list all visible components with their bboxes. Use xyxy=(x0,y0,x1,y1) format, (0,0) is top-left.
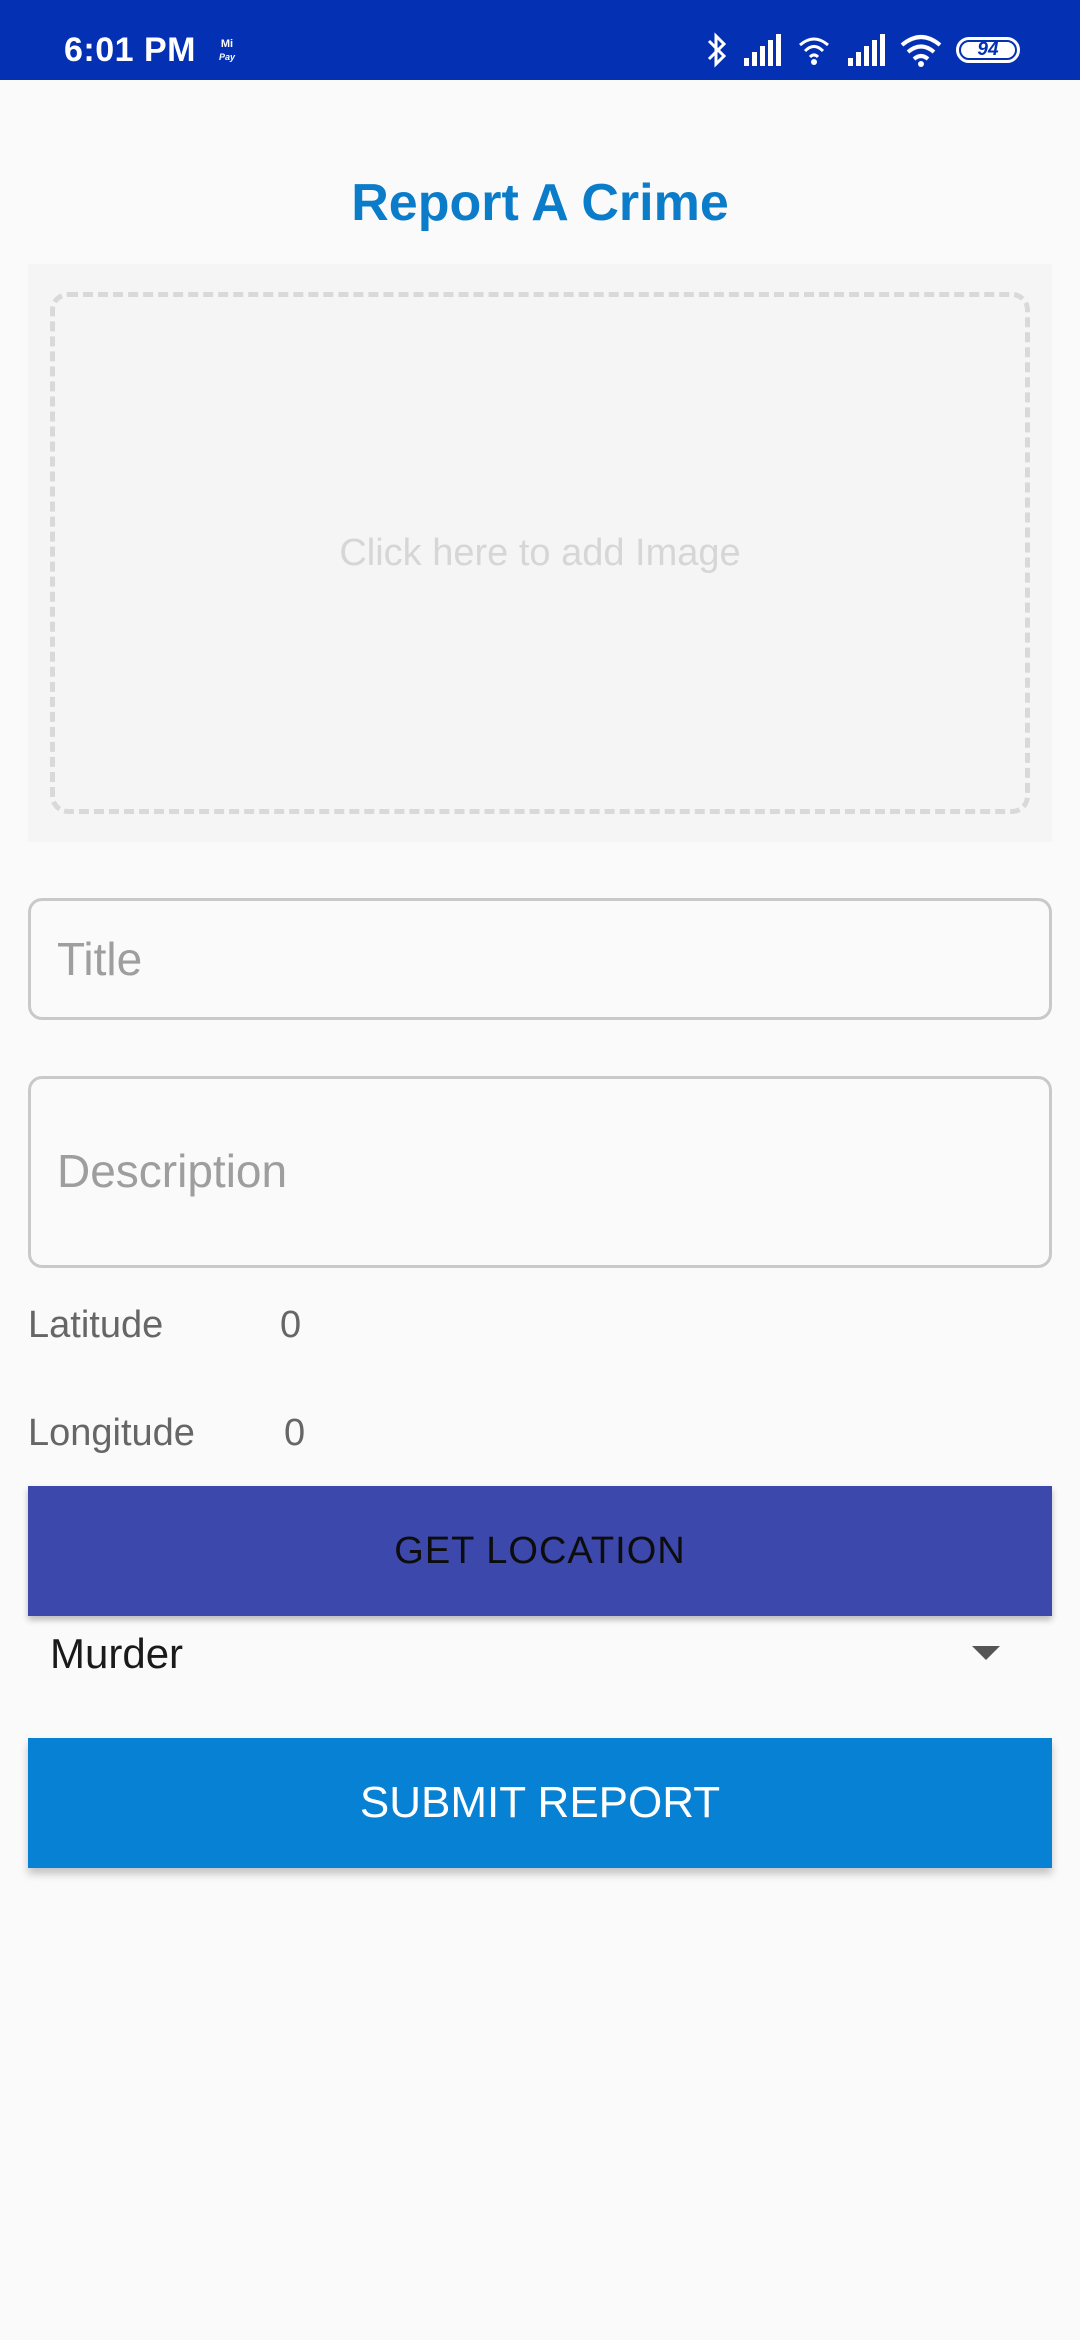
crime-type-dropdown[interactable]: Murder xyxy=(28,1618,1052,1690)
description-field xyxy=(28,1076,1052,1268)
longitude-label: Longitude xyxy=(28,1412,195,1454)
add-image-dropzone[interactable]: Click here to add Image xyxy=(50,292,1030,814)
svg-text:Mi: Mi xyxy=(221,38,233,50)
battery-level: 94 xyxy=(977,39,999,60)
hotspot-icon xyxy=(796,33,832,67)
signal-icon xyxy=(846,34,886,66)
crime-type-value: Murder xyxy=(50,1630,184,1677)
status-icons: 94 xyxy=(706,28,1020,72)
svg-text:Pay: Pay xyxy=(219,52,236,62)
add-image-hint: Click here to add Image xyxy=(339,531,741,574)
bluetooth-icon xyxy=(706,32,728,68)
image-panel: Click here to add Image xyxy=(28,264,1052,842)
longitude-value: 0 xyxy=(284,1412,306,1454)
get-location-button[interactable]: GET LOCATION xyxy=(28,1486,1052,1616)
description-input[interactable] xyxy=(31,1079,1049,1265)
mi-pay-icon: Mi Pay xyxy=(216,36,238,64)
page-title: Report A Crime xyxy=(351,174,729,232)
title-field xyxy=(28,898,1052,1020)
status-bar: 6:01 PM Mi Pay 94 xyxy=(0,0,1080,80)
battery-icon: 94 xyxy=(956,37,1020,63)
signal-icon xyxy=(742,34,782,66)
submit-report-button[interactable]: SUBMIT REPORT xyxy=(28,1738,1052,1868)
latitude-value: 0 xyxy=(280,1304,302,1346)
latitude-label: Latitude xyxy=(28,1304,164,1346)
wifi-icon xyxy=(900,33,942,67)
title-input[interactable] xyxy=(31,901,1049,1017)
dropdown-arrow-icon xyxy=(972,1646,1000,1660)
status-time: 6:01 PM xyxy=(64,31,196,69)
